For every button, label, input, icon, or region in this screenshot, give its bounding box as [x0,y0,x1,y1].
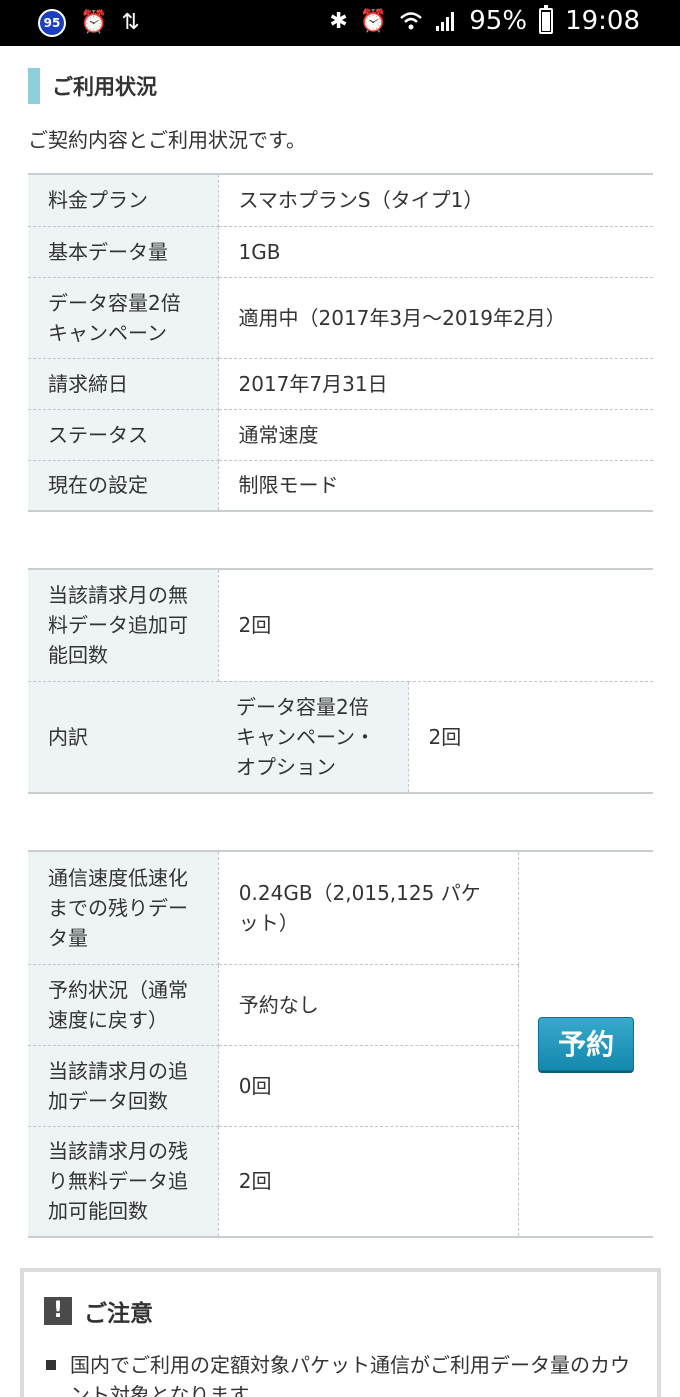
row-value: スマホプランS（タイプ1） [218,174,653,227]
table-row: 現在の設定 制限モード [28,460,653,511]
row-value: 0回 [218,1045,520,1127]
row-label: 現在の設定 [28,460,219,511]
table-row: データ容量2倍キャンペーン 適用中（2017年3月～2019年2月） [28,277,653,359]
usage-table: 通信速度低速化までの残りデータ量 0.24GB（2,015,125 パケット） … [28,850,653,1238]
free-data-table: 当該請求月の無料データ追加可能回数 2回 内訳 データ容量2倍キャンペーン・オプ… [28,568,653,794]
reserve-cell: 予約 [518,851,653,1238]
status-bar: 95 ⏰ ⇅ ✱ ⏰ 95% 19:08 [0,0,680,46]
row-value: 通常速度 [218,409,653,461]
row-label: 当該請求月の追加データ回数 [28,1045,219,1127]
row-label: 当該請求月の残り無料データ追加可能回数 [28,1126,219,1237]
notification-badge: 95 [38,9,66,37]
breakdown-label: 内訳 [28,681,218,793]
row-value: 2回 [218,1126,520,1237]
row-value: 制限モード [218,460,653,511]
list-item: 国内でご利用の定額対象パケット通信がご利用データ量のカウント対象となります。 [46,1350,636,1397]
breakdown-item: データ容量2倍キャンペーン・オプション [218,681,409,793]
row-label: ステータス [28,409,219,461]
section-heading: ご利用状況 [28,68,157,104]
row-label: 通信速度低速化までの残りデータ量 [28,851,219,965]
row-value: 予約なし [218,964,520,1046]
table-row: 基本データ量 1GB [28,226,653,278]
row-label: 請求締日 [28,358,219,410]
bluetooth-icon: ✱ [329,8,348,34]
bullet-icon [46,1360,56,1370]
data-transfer-icon: ⇅ [121,10,140,35]
table-row: 料金プラン スマホプランS（タイプ1） [28,174,653,227]
row-value: 適用中（2017年3月～2019年2月） [218,277,653,359]
section-title: ご利用状況 [52,75,157,99]
intro-text: ご契約内容とご利用状況です。 [28,128,306,152]
row-label: 予約状況（通常速度に戻す） [28,964,219,1046]
row-label: 基本データ量 [28,226,219,278]
breakdown-value: 2回 [408,681,653,793]
row-label: 当該請求月の無料データ追加可能回数 [28,569,219,682]
row-value: 2回 [218,569,653,682]
wifi-icon [400,12,423,30]
notice-header: ! ご注意 [44,1294,153,1328]
row-value: 2017年7月31日 [218,358,653,410]
row-label: 料金プラン [28,174,219,227]
table-row: 請求締日 2017年7月31日 [28,358,653,410]
battery-icon [539,5,554,34]
table-row: 当該請求月の無料データ追加可能回数 2回 [28,569,653,682]
contract-table: 料金プラン スマホプランS（タイプ1） 基本データ量 1GB データ容量2倍キャ… [28,173,653,512]
reserve-button[interactable]: 予約 [538,1017,635,1071]
alarm-clock-icon: ⏰ [80,10,108,35]
notice-title: ご注意 [84,1301,153,1327]
signal-icon [436,12,455,31]
battery-percent: 95% [469,6,528,36]
notice-item-text: 国内でご利用の定額対象パケット通信がご利用データ量のカウント対象となります。 [70,1353,630,1397]
table-row: 通信速度低速化までの残りデータ量 0.24GB（2,015,125 パケット） … [28,851,653,1238]
heading-accent-bar [28,68,40,104]
row-label: データ容量2倍キャンペーン [28,277,219,359]
alarm-clock-icon: ⏰ [359,8,388,34]
exclamation-icon: ! [44,1297,72,1325]
row-value: 0.24GB（2,015,125 パケット） [218,851,520,965]
table-row: ステータス 通常速度 [28,409,653,461]
notice-box: ! ご注意 国内でご利用の定額対象パケット通信がご利用データ量のカウント対象とな… [20,1268,661,1397]
table-row: 内訳 データ容量2倍キャンペーン・オプション 2回 [28,681,653,793]
row-value: 1GB [218,226,653,278]
clock-time: 19:08 [565,6,640,36]
